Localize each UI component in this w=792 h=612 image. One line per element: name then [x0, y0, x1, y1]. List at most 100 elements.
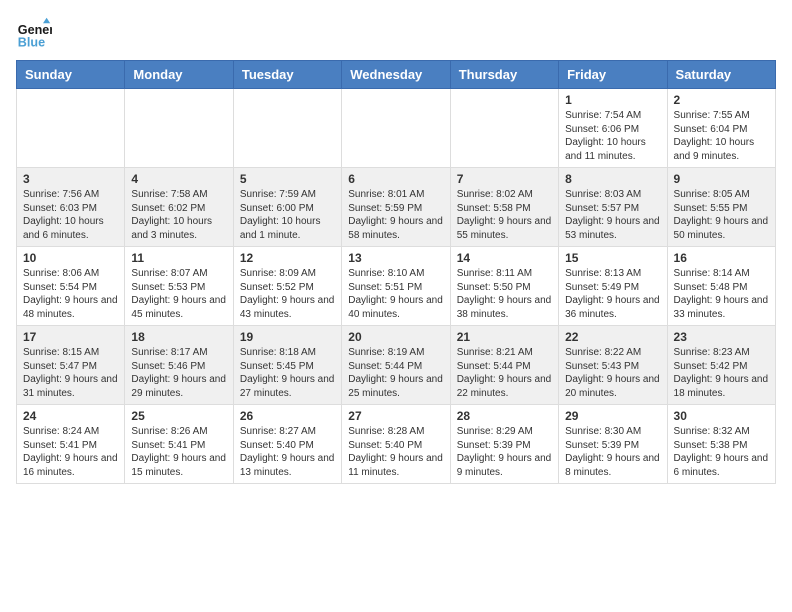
- day-number: 21: [457, 330, 552, 344]
- day-cell-3: 3 Sunrise: 7:56 AM Sunset: 6:03 PM Daylig…: [17, 168, 125, 247]
- day-info: Sunrise: 8:29 AM Sunset: 5:39 PM Dayligh…: [457, 425, 552, 479]
- day-number: 16: [674, 251, 769, 265]
- day-number: 18: [131, 330, 226, 344]
- day-number: 12: [240, 251, 335, 265]
- svg-text:Blue: Blue: [18, 36, 45, 50]
- day-number: 9: [674, 172, 769, 186]
- day-cell-22: 22 Sunrise: 8:22 AM Sunset: 5:43 PM Dayli…: [559, 326, 667, 405]
- day-info: Sunrise: 8:03 AM Sunset: 5:57 PM Dayligh…: [565, 188, 660, 242]
- day-number: 2: [674, 93, 769, 107]
- week-row-4: 17 Sunrise: 8:15 AM Sunset: 5:47 PM Dayli…: [17, 326, 776, 405]
- day-cell-25: 25Sunrise: 8:26 AM Sunset: 5:41 PM Dayli…: [125, 405, 233, 484]
- day-info: Sunrise: 8:30 AM Sunset: 5:39 PM Dayligh…: [565, 425, 660, 479]
- day-info: Sunrise: 7:58 AM Sunset: 6:02 PM Dayligh…: [131, 188, 226, 242]
- day-cell-4: 4 Sunrise: 7:58 AM Sunset: 6:02 PM Daylig…: [125, 168, 233, 247]
- day-number: 4: [131, 172, 226, 186]
- day-number: 11: [131, 251, 226, 265]
- weekday-header-sunday: Sunday: [17, 61, 125, 89]
- day-info: Sunrise: 8:18 AM Sunset: 5:45 PM Dayligh…: [240, 346, 335, 400]
- day-number: 5: [240, 172, 335, 186]
- day-number: 25: [131, 409, 226, 423]
- week-row-5: 24 Sunrise: 8:24 AM Sunset: 5:41 PM Dayli…: [17, 405, 776, 484]
- day-cell-20: 20Sunrise: 8:19 AM Sunset: 5:44 PM Dayli…: [342, 326, 450, 405]
- day-info: Sunrise: 7:56 AM Sunset: 6:03 PM Dayligh…: [23, 188, 118, 242]
- day-number: 1: [565, 93, 660, 107]
- day-number: 29: [565, 409, 660, 423]
- day-number: 17: [23, 330, 118, 344]
- day-cell-8: 8 Sunrise: 8:03 AM Sunset: 5:57 PM Daylig…: [559, 168, 667, 247]
- day-cell-13: 13 Sunrise: 8:10 AM Sunset: 5:51 PM Dayli…: [342, 247, 450, 326]
- empty-cell: [450, 89, 558, 168]
- weekday-header-tuesday: Tuesday: [233, 61, 341, 89]
- day-info: Sunrise: 8:06 AM Sunset: 5:54 PM Dayligh…: [23, 267, 118, 321]
- weekday-header-wednesday: Wednesday: [342, 61, 450, 89]
- day-number: 6: [348, 172, 443, 186]
- empty-cell: [342, 89, 450, 168]
- day-info: Sunrise: 8:21 AM Sunset: 5:44 PM Dayligh…: [457, 346, 552, 400]
- day-info: Sunrise: 8:15 AM Sunset: 5:47 PM Dayligh…: [23, 346, 118, 400]
- day-number: 22: [565, 330, 660, 344]
- day-cell-26: 26 Sunrise: 8:27 AM Sunset: 5:40 PM Dayli…: [233, 405, 341, 484]
- weekday-header-saturday: Saturday: [667, 61, 775, 89]
- weekday-header-thursday: Thursday: [450, 61, 558, 89]
- day-cell-30: 30 Sunrise: 8:32 AM Sunset: 5:38 PM Dayli…: [667, 405, 775, 484]
- day-info: Sunrise: 8:27 AM Sunset: 5:40 PM Dayligh…: [240, 425, 335, 479]
- day-info: Sunrise: 8:01 AM Sunset: 5:59 PM Dayligh…: [348, 188, 443, 242]
- day-cell-11: 11 Sunrise: 8:07 AM Sunset: 5:53 PM Dayli…: [125, 247, 233, 326]
- day-number: 14: [457, 251, 552, 265]
- day-info: Sunrise: 8:05 AM Sunset: 5:55 PM Dayligh…: [674, 188, 769, 242]
- day-number: 23: [674, 330, 769, 344]
- day-number: 30: [674, 409, 769, 423]
- day-number: 19: [240, 330, 335, 344]
- day-cell-15: 15 Sunrise: 8:13 AM Sunset: 5:49 PM Dayli…: [559, 247, 667, 326]
- day-info: Sunrise: 8:07 AM Sunset: 5:53 PM Dayligh…: [131, 267, 226, 321]
- calendar-table: SundayMondayTuesdayWednesdayThursdayFrid…: [16, 60, 776, 484]
- logo-icon: General Blue: [16, 16, 52, 52]
- day-number: 15: [565, 251, 660, 265]
- day-number: 3: [23, 172, 118, 186]
- day-info: Sunrise: 8:28 AM Sunset: 5:40 PM Dayligh…: [348, 425, 443, 479]
- day-cell-7: 7 Sunrise: 8:02 AM Sunset: 5:58 PM Daylig…: [450, 168, 558, 247]
- day-info: Sunrise: 8:09 AM Sunset: 5:52 PM Dayligh…: [240, 267, 335, 321]
- day-info: Sunrise: 8:24 AM Sunset: 5:41 PM Dayligh…: [23, 425, 118, 479]
- day-info: Sunrise: 8:32 AM Sunset: 5:38 PM Dayligh…: [674, 425, 769, 479]
- weekday-header-row: SundayMondayTuesdayWednesdayThursdayFrid…: [17, 61, 776, 89]
- week-row-3: 10Sunrise: 8:06 AM Sunset: 5:54 PM Dayli…: [17, 247, 776, 326]
- day-cell-6: 6 Sunrise: 8:01 AM Sunset: 5:59 PM Daylig…: [342, 168, 450, 247]
- day-cell-5: 5 Sunrise: 7:59 AM Sunset: 6:00 PM Daylig…: [233, 168, 341, 247]
- day-number: 20: [348, 330, 443, 344]
- page-header: General Blue: [16, 16, 776, 52]
- day-info: Sunrise: 7:59 AM Sunset: 6:00 PM Dayligh…: [240, 188, 335, 242]
- day-number: 7: [457, 172, 552, 186]
- day-info: Sunrise: 8:02 AM Sunset: 5:58 PM Dayligh…: [457, 188, 552, 242]
- day-info: Sunrise: 8:23 AM Sunset: 5:42 PM Dayligh…: [674, 346, 769, 400]
- day-number: 28: [457, 409, 552, 423]
- week-row-2: 3 Sunrise: 7:56 AM Sunset: 6:03 PM Daylig…: [17, 168, 776, 247]
- day-cell-27: 27 Sunrise: 8:28 AM Sunset: 5:40 PM Dayli…: [342, 405, 450, 484]
- day-info: Sunrise: 8:13 AM Sunset: 5:49 PM Dayligh…: [565, 267, 660, 321]
- day-info: Sunrise: 8:11 AM Sunset: 5:50 PM Dayligh…: [457, 267, 552, 321]
- weekday-header-monday: Monday: [125, 61, 233, 89]
- day-cell-28: 28 Sunrise: 8:29 AM Sunset: 5:39 PM Dayli…: [450, 405, 558, 484]
- empty-cell: [233, 89, 341, 168]
- logo: General Blue: [16, 16, 56, 52]
- day-info: Sunrise: 8:22 AM Sunset: 5:43 PM Dayligh…: [565, 346, 660, 400]
- day-cell-19: 19 Sunrise: 8:18 AM Sunset: 5:45 PM Dayli…: [233, 326, 341, 405]
- day-number: 27: [348, 409, 443, 423]
- day-cell-10: 10Sunrise: 8:06 AM Sunset: 5:54 PM Dayli…: [17, 247, 125, 326]
- day-cell-23: 23 Sunrise: 8:23 AM Sunset: 5:42 PM Dayli…: [667, 326, 775, 405]
- week-row-1: 1Sunrise: 7:54 AM Sunset: 6:06 PM Daylig…: [17, 89, 776, 168]
- day-cell-21: 21 Sunrise: 8:21 AM Sunset: 5:44 PM Dayli…: [450, 326, 558, 405]
- day-cell-1: 1Sunrise: 7:54 AM Sunset: 6:06 PM Daylig…: [559, 89, 667, 168]
- day-cell-17: 17 Sunrise: 8:15 AM Sunset: 5:47 PM Dayli…: [17, 326, 125, 405]
- day-info: Sunrise: 8:10 AM Sunset: 5:51 PM Dayligh…: [348, 267, 443, 321]
- day-number: 8: [565, 172, 660, 186]
- day-number: 13: [348, 251, 443, 265]
- day-number: 24: [23, 409, 118, 423]
- day-cell-16: 16Sunrise: 8:14 AM Sunset: 5:48 PM Dayli…: [667, 247, 775, 326]
- empty-cell: [125, 89, 233, 168]
- day-number: 26: [240, 409, 335, 423]
- day-info: Sunrise: 8:17 AM Sunset: 5:46 PM Dayligh…: [131, 346, 226, 400]
- day-cell-24: 24 Sunrise: 8:24 AM Sunset: 5:41 PM Dayli…: [17, 405, 125, 484]
- day-cell-2: 2Sunrise: 7:55 AM Sunset: 6:04 PM Daylig…: [667, 89, 775, 168]
